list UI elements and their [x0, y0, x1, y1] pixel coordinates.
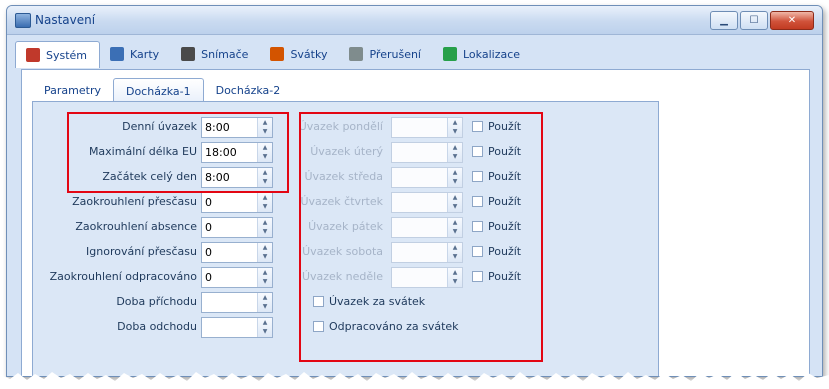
- highlight-box: [299, 112, 543, 362]
- reader-icon: [181, 47, 196, 61]
- field-label: Zaokrouhlení přesčasu: [33, 192, 197, 212]
- arrow-down-icon[interactable]: ▼: [258, 327, 272, 336]
- cards-icon: [110, 47, 125, 61]
- settings-window: Nastavení ▁ ☐ ✕ Systém Karty Snímače Svátky…: [6, 5, 823, 377]
- spin-arrows[interactable]: ▲ ▼: [257, 243, 272, 262]
- field-label: Ignorování přesčasu: [33, 242, 197, 262]
- spin-arrows[interactable]: ▲ ▼: [257, 293, 272, 312]
- tab-5[interactable]: Lokalizace: [433, 41, 532, 67]
- label-text: Doba příchodu: [116, 295, 197, 308]
- field-label: Zaokrouhlení odpracováno: [33, 267, 197, 287]
- tab-4[interactable]: Přerušení: [339, 41, 433, 67]
- subtab-0[interactable]: Parametry: [32, 78, 113, 100]
- arrow-down-icon[interactable]: ▼: [258, 302, 272, 311]
- spin-input[interactable]: 0 ▲ ▼: [201, 242, 273, 263]
- arrow-up-icon[interactable]: ▲: [258, 193, 272, 202]
- globe-icon: [443, 47, 457, 61]
- main-tab-strip: Systém Karty Snímače Svátky Přerušení Lokaliz…: [15, 41, 532, 69]
- field-label: Zaokrouhlení absence: [33, 217, 197, 237]
- checklist-icon: [26, 48, 40, 62]
- attendance-form: Denní úvazek 8:00 ▲ ▼ Maximální délka EU 18:0…: [32, 101, 659, 376]
- field-label: Doba odchodu: [33, 317, 197, 337]
- subtab-2[interactable]: Docházka-2: [204, 78, 293, 100]
- spin-input[interactable]: ▲ ▼: [201, 292, 273, 313]
- spin-arrows[interactable]: ▲ ▼: [257, 268, 272, 287]
- tab-3[interactable]: Svátky: [260, 41, 339, 67]
- torn-edge: [0, 372, 829, 389]
- spin-arrows[interactable]: ▲ ▼: [257, 193, 272, 212]
- app-icon: [15, 13, 31, 28]
- spin-value: 0: [205, 246, 212, 259]
- arrow-up-icon[interactable]: ▲: [258, 218, 272, 227]
- title-bar: Nastavení ▁ ☐ ✕: [7, 6, 822, 35]
- highlight-box: [67, 112, 289, 193]
- spin-value: 0: [205, 221, 212, 234]
- label-text: Ignorování přesčasu: [86, 245, 197, 258]
- tab-label: Snímače: [201, 47, 249, 61]
- spin-input[interactable]: 0 ▲ ▼: [201, 267, 273, 288]
- tab-label: Lokalizace: [463, 47, 521, 61]
- arrow-up-icon[interactable]: ▲: [258, 268, 272, 277]
- arrow-down-icon[interactable]: ▼: [258, 202, 272, 211]
- sub-tab-strip: Parametry Docházka-1 Docházka-2: [32, 78, 293, 101]
- close-button[interactable]: ✕: [770, 11, 814, 30]
- spin-input[interactable]: 0 ▲ ▼: [201, 217, 273, 238]
- tab-label: Svátky: [290, 47, 328, 61]
- tab-label: Přerušení: [369, 47, 421, 61]
- arrow-up-icon[interactable]: ▲: [258, 293, 272, 302]
- label-text: Zaokrouhlení přesčasu: [72, 195, 197, 208]
- tab-label: Karty: [130, 47, 160, 61]
- door-icon: [349, 47, 364, 61]
- spin-input[interactable]: ▲ ▼: [201, 317, 273, 338]
- subtab-1[interactable]: Docházka-1: [112, 78, 204, 101]
- field-label: Doba příchodu: [33, 292, 197, 312]
- spin-value: 0: [205, 271, 212, 284]
- tab-0[interactable]: Systém: [15, 41, 101, 68]
- tab-1[interactable]: Karty: [100, 41, 171, 67]
- window-title: Nastavení: [35, 13, 96, 27]
- spin-input[interactable]: 0 ▲ ▼: [201, 192, 273, 213]
- arrow-down-icon[interactable]: ▼: [258, 227, 272, 236]
- calendar-icon: [270, 47, 285, 61]
- arrow-up-icon[interactable]: ▲: [258, 318, 272, 327]
- main-tab-panel: Parametry Docházka-1 Docházka-2 Denní úvaz…: [21, 69, 810, 376]
- minimize-button[interactable]: ▁: [710, 11, 738, 30]
- arrow-up-icon[interactable]: ▲: [258, 243, 272, 252]
- tab-2[interactable]: Snímače: [171, 41, 260, 67]
- spin-arrows[interactable]: ▲ ▼: [257, 218, 272, 237]
- maximize-button[interactable]: ☐: [740, 11, 768, 30]
- spin-value: 0: [205, 196, 212, 209]
- arrow-down-icon[interactable]: ▼: [258, 277, 272, 286]
- label-text: Doba odchodu: [117, 320, 197, 333]
- spin-arrows[interactable]: ▲ ▼: [257, 318, 272, 337]
- tab-label: Systém: [46, 48, 88, 62]
- label-text: Zaokrouhlení absence: [75, 220, 197, 233]
- arrow-down-icon[interactable]: ▼: [258, 252, 272, 261]
- label-text: Zaokrouhlení odpracováno: [49, 270, 197, 283]
